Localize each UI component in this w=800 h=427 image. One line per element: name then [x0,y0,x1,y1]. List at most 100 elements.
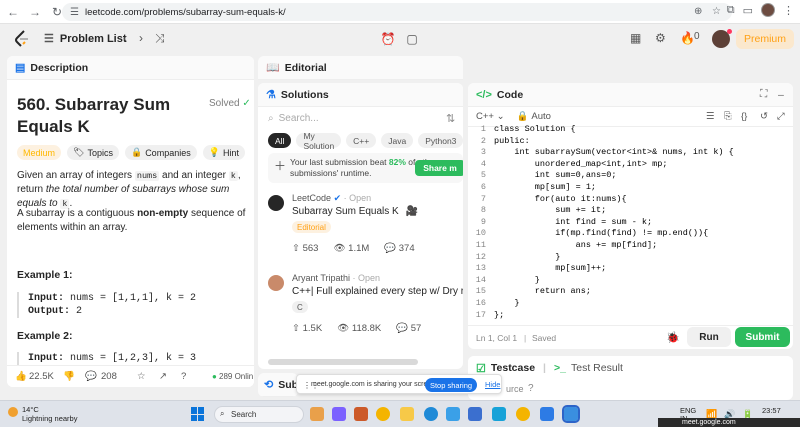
video-icon: 🎥 [405,206,418,217]
leetcode-logo-icon[interactable] [14,30,30,48]
site-info-icon[interactable]: ☰ [70,7,79,18]
minimize-icon[interactable]: – [778,89,784,101]
tulip-widget-icon[interactable] [310,407,324,421]
mode-label[interactable]: Auto [531,111,551,122]
share-icon[interactable]: ↗ [159,371,167,382]
shuffle-icon[interactable]: ⤨ [155,31,165,46]
store-icon[interactable] [446,407,460,421]
solutions-tab[interactable]: ⚗ Solutions [258,83,463,107]
testcase-tab[interactable]: Testcase [491,362,535,374]
like-icon[interactable]: 👍 [15,371,27,382]
favorite-star-icon[interactable]: ☆ [137,371,146,382]
problem-title: 560. Subarray Sum Equals K [17,95,171,136]
test-result-tab[interactable]: Test Result [571,362,623,374]
profile-avatar[interactable] [761,3,775,17]
code-tab[interactable]: </> Code ⛶ – [468,83,793,107]
user-avatar[interactable] [712,29,732,48]
code-line: 9 int find = sum - k; [468,217,793,229]
help-icon[interactable]: ? [181,371,186,382]
meet-tooltip-text: meet.google.com [682,419,736,426]
sidepanel-icon[interactable]: ▭ [743,4,753,17]
description-tab[interactable]: ▤ Description [7,56,254,80]
extensions-icon[interactable]: ⧉ [727,4,735,17]
chrome-icon[interactable] [516,407,530,421]
tag-my-solution[interactable]: My Solution [296,131,342,151]
help-circle-icon[interactable]: ? [528,383,534,394]
mail-icon[interactable] [468,407,482,421]
topics-chip[interactable]: 🏷 Topics [67,145,119,160]
fullscreen-icon[interactable]: ⤢ [777,111,785,122]
example2-box: Input: nums = [1,2,3], k = 3 [17,352,237,365]
search-input[interactable]: Search... [279,113,319,124]
weather-widget[interactable]: 14°C Lightning nearby [8,405,77,423]
format-icon[interactable]: ☰ [706,111,715,122]
hide-link[interactable]: Hide [485,380,500,389]
braces-icon[interactable]: {} [741,111,747,122]
next-problem-icon[interactable]: › [139,31,143,46]
tag-java[interactable]: Java [381,133,414,148]
solutions-search[interactable]: ⌕ Search... [268,113,319,124]
code-editor[interactable]: 1 class Solution { 2 public: 3 int subarra… [468,124,793,321]
settings-gear-icon[interactable]: ⚙ [655,31,666,45]
horizontal-scrollbar[interactable] [268,359,418,365]
lock-icon: 🔒 [130,147,143,157]
windows-start-icon[interactable] [191,407,205,421]
tag-cpp[interactable]: C++ [346,133,377,148]
line-number: 11 [475,239,486,250]
hint-chip[interactable]: 💡 Hint [202,145,245,160]
copilot-icon[interactable] [332,407,346,421]
line-text: int find = sum - k; [494,216,653,227]
menu-dots-icon[interactable]: ⋮ [783,4,794,17]
post-author-line: LeetCode ✔ · Open [292,193,372,203]
tag-python3[interactable]: Python3 [418,133,463,148]
tag-all[interactable]: All [268,133,292,148]
plus-icon[interactable]: ＋ [274,160,286,172]
dislike-icon[interactable]: 👎 [63,371,75,382]
line-text: return ans; [494,286,591,297]
edge-icon[interactable] [424,407,438,421]
reset-icon[interactable]: ↺ [760,111,768,122]
premium-button[interactable]: Premium [736,29,794,49]
clock-time[interactable]: 23:57 [762,406,781,415]
language-value: C++ [476,111,494,122]
code-line: 2 public: [468,136,793,148]
editorial-tab[interactable]: 📖 Editorial [258,56,463,80]
file-explorer-icon[interactable] [400,407,414,421]
expand-icon[interactable]: ⛶ [760,88,767,101]
back-icon[interactable]: ← [4,3,22,21]
app-icon[interactable] [492,407,506,421]
sort-icon[interactable]: ⇅ [446,112,455,125]
layout-icon[interactable]: ▦ [630,31,641,45]
submissions-tab[interactable]: ⟲ Sub [258,373,298,397]
language-select[interactable]: C++ ⌄ [476,111,505,122]
submit-button[interactable]: Submit [735,327,790,347]
address-bar[interactable]: ☰ leetcode.com/problems/subarray-sum-equ… [62,3,732,21]
timer-icon[interactable]: ⏰ [378,30,398,48]
companies-chip[interactable]: 🔒 Companies [124,145,197,160]
prev-problem-icon[interactable]: ‹ [123,31,127,46]
run-button[interactable]: Run [687,327,731,347]
notes-icon[interactable]: ▢ [402,30,422,48]
code-line: 16 } [468,298,793,310]
bookmark-icon[interactable]: ⎘ [724,111,732,122]
streak-fire-icon[interactable]: 🔥 [680,31,695,45]
zoom-icon[interactable]: ⊕ [694,6,702,17]
debug-icon[interactable]: 🐞 [666,331,680,344]
app-icon[interactable] [354,407,368,421]
line-number: 16 [475,297,486,308]
problem-list-button[interactable]: ☰ Problem List [44,32,127,46]
list-icon: ☰ [44,33,54,45]
share-solution-button[interactable]: Share m [415,160,463,176]
code-line: 5 int sum=0,ans=0; [468,170,793,182]
bookmark-star-icon[interactable]: ☆ [712,6,721,17]
app-icon[interactable] [540,407,554,421]
chrome-icon[interactable] [376,407,390,421]
taskbar-search[interactable]: ⌕ Search [214,406,304,423]
comment-icon[interactable]: 💬 [85,371,97,382]
line-number: 9 [480,216,486,227]
weather-icon [8,407,18,417]
forward-icon[interactable]: → [26,3,44,21]
active-app-icon[interactable] [562,405,580,423]
stop-sharing-button[interactable]: Stop sharing [425,378,477,392]
input-label: Input: [28,293,65,304]
